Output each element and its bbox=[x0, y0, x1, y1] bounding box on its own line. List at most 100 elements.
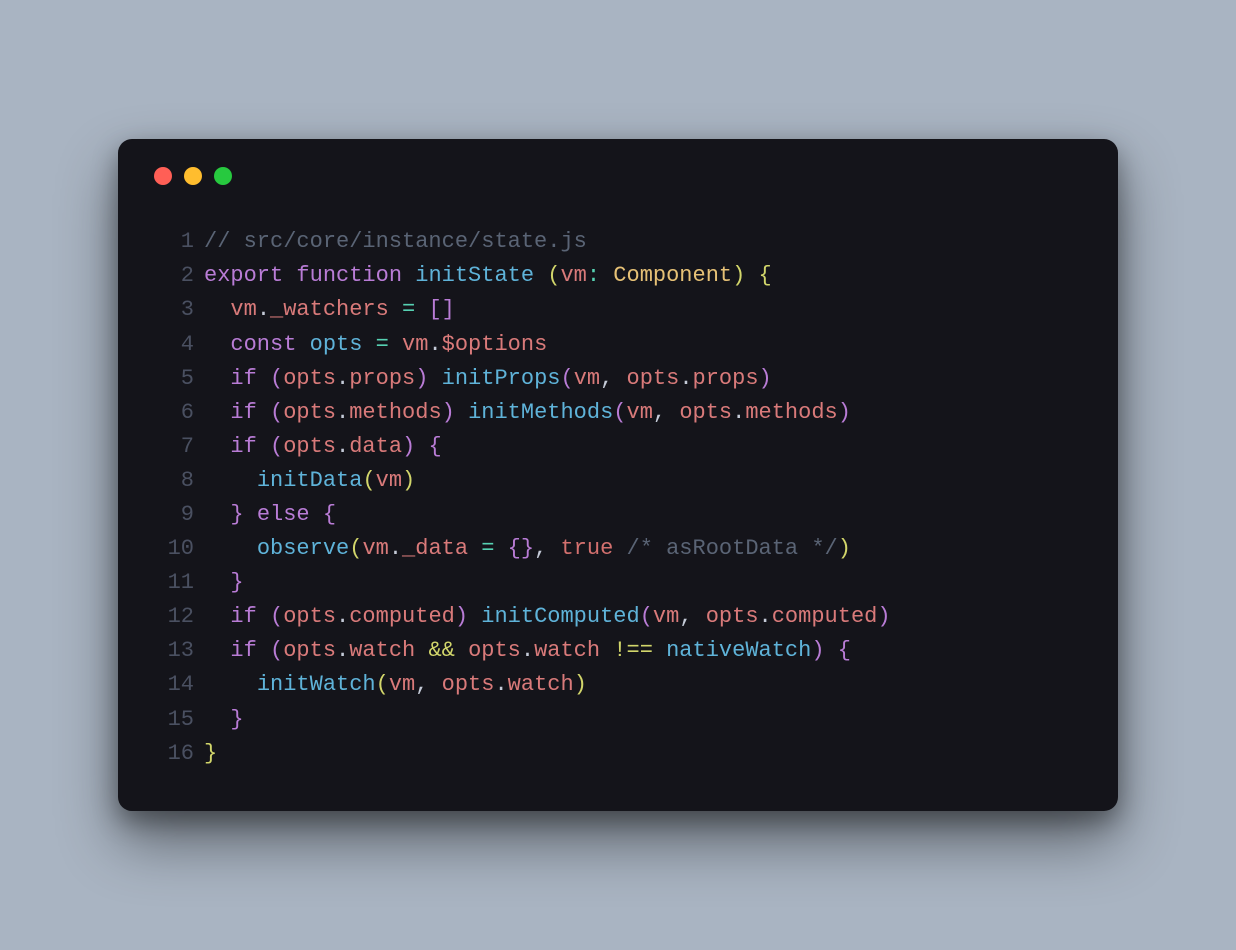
code-token bbox=[204, 400, 230, 425]
code-token: { bbox=[759, 263, 772, 288]
line-number: 10 bbox=[152, 532, 194, 566]
code-token: opts bbox=[283, 638, 336, 663]
code-token bbox=[494, 536, 507, 561]
code-token: ) bbox=[402, 468, 415, 493]
line-number: 6 bbox=[152, 396, 194, 430]
code-line[interactable]: 4 const opts = vm.$options bbox=[152, 328, 1084, 362]
code-token: !== bbox=[613, 638, 653, 663]
code-token: watch bbox=[508, 672, 574, 697]
close-icon[interactable] bbox=[154, 167, 172, 185]
code-line[interactable]: 14 initWatch(vm, opts.watch) bbox=[152, 668, 1084, 702]
code-line[interactable]: 6 if (opts.methods) initMethods(vm, opts… bbox=[152, 396, 1084, 430]
code-token: // src/core/instance/state.js bbox=[204, 229, 587, 254]
code-token bbox=[257, 434, 270, 459]
code-token: const bbox=[230, 332, 296, 357]
code-token: props bbox=[349, 366, 415, 391]
code-line[interactable]: 8 initData(vm) bbox=[152, 464, 1084, 498]
code-token: opts bbox=[442, 672, 495, 697]
code-token bbox=[204, 536, 257, 561]
code-line[interactable]: 10 observe(vm._data = {}, true /* asRoot… bbox=[152, 532, 1084, 566]
code-token bbox=[204, 570, 230, 595]
code-token: computed bbox=[772, 604, 878, 629]
code-token: vm bbox=[402, 332, 428, 357]
code-token bbox=[468, 536, 481, 561]
code-line[interactable]: 5 if (opts.props) initProps(vm, opts.pro… bbox=[152, 362, 1084, 396]
code-token: true bbox=[560, 536, 613, 561]
code-token bbox=[204, 502, 230, 527]
code-token: ) bbox=[838, 536, 851, 561]
code-token bbox=[428, 366, 441, 391]
code-token: . bbox=[336, 366, 349, 391]
code-token bbox=[693, 604, 706, 629]
code-line[interactable]: 1// src/core/instance/state.js bbox=[152, 225, 1084, 259]
code-line[interactable]: 2export function initState (vm: Componen… bbox=[152, 259, 1084, 293]
code-token bbox=[653, 638, 666, 663]
code-token: ( bbox=[270, 604, 283, 629]
code-token: initState bbox=[415, 263, 534, 288]
code-token: ) bbox=[732, 263, 745, 288]
code-token: ( bbox=[376, 672, 389, 697]
code-line[interactable]: 16} bbox=[152, 737, 1084, 771]
code-line[interactable]: 12 if (opts.computed) initComputed(vm, o… bbox=[152, 600, 1084, 634]
code-token bbox=[257, 638, 270, 663]
code-token: props bbox=[693, 366, 759, 391]
code-token bbox=[666, 400, 679, 425]
code-token bbox=[204, 672, 257, 697]
code-token: ( bbox=[349, 536, 362, 561]
code-token: ( bbox=[547, 263, 560, 288]
code-line[interactable]: 13 if (opts.watch && opts.watch !== nati… bbox=[152, 634, 1084, 668]
code-token bbox=[825, 638, 838, 663]
code-token bbox=[362, 332, 375, 357]
code-token: ( bbox=[560, 366, 573, 391]
code-token: _watchers bbox=[270, 297, 389, 322]
code-token: = bbox=[481, 536, 494, 561]
code-token: } bbox=[230, 707, 243, 732]
line-number: 14 bbox=[152, 668, 194, 702]
code-token bbox=[415, 297, 428, 322]
code-token bbox=[204, 332, 230, 357]
code-token bbox=[547, 536, 560, 561]
line-content: export function initState (vm: Component… bbox=[204, 259, 772, 293]
code-token bbox=[257, 366, 270, 391]
code-token: ( bbox=[270, 400, 283, 425]
code-token: . bbox=[428, 332, 441, 357]
maximize-icon[interactable] bbox=[214, 167, 232, 185]
code-line[interactable]: 7 if (opts.data) { bbox=[152, 430, 1084, 464]
code-token: : bbox=[587, 263, 600, 288]
code-token: opts bbox=[679, 400, 732, 425]
code-token: $options bbox=[442, 332, 548, 357]
code-token: vm bbox=[230, 297, 256, 322]
code-line[interactable]: 11 } bbox=[152, 566, 1084, 600]
code-token bbox=[600, 638, 613, 663]
code-token: vm bbox=[362, 536, 388, 561]
code-token: methods bbox=[349, 400, 441, 425]
line-content: if (opts.methods) initMethods(vm, opts.m… bbox=[204, 396, 851, 430]
code-token: vm bbox=[627, 400, 653, 425]
code-token: . bbox=[336, 400, 349, 425]
code-token: = bbox=[376, 332, 389, 357]
line-number: 12 bbox=[152, 600, 194, 634]
code-token: = bbox=[402, 297, 415, 322]
code-token: observe bbox=[257, 536, 349, 561]
code-token: else bbox=[257, 502, 310, 527]
code-token bbox=[204, 604, 230, 629]
code-token bbox=[310, 502, 323, 527]
code-line[interactable]: 9 } else { bbox=[152, 498, 1084, 532]
code-line[interactable]: 3 vm._watchers = [] bbox=[152, 293, 1084, 327]
code-token: initData bbox=[257, 468, 363, 493]
code-editor[interactable]: 1// src/core/instance/state.js2export fu… bbox=[152, 225, 1084, 771]
line-content: initData(vm) bbox=[204, 464, 415, 498]
code-token: if bbox=[230, 638, 256, 663]
line-number: 13 bbox=[152, 634, 194, 668]
code-token: , bbox=[415, 672, 428, 697]
line-number: 4 bbox=[152, 328, 194, 362]
code-token: if bbox=[230, 400, 256, 425]
code-token: , bbox=[534, 536, 547, 561]
code-token: [ bbox=[428, 297, 441, 322]
code-token bbox=[455, 400, 468, 425]
code-line[interactable]: 15 } bbox=[152, 703, 1084, 737]
code-token: ( bbox=[270, 366, 283, 391]
minimize-icon[interactable] bbox=[184, 167, 202, 185]
code-token bbox=[204, 434, 230, 459]
code-token: initWatch bbox=[257, 672, 376, 697]
